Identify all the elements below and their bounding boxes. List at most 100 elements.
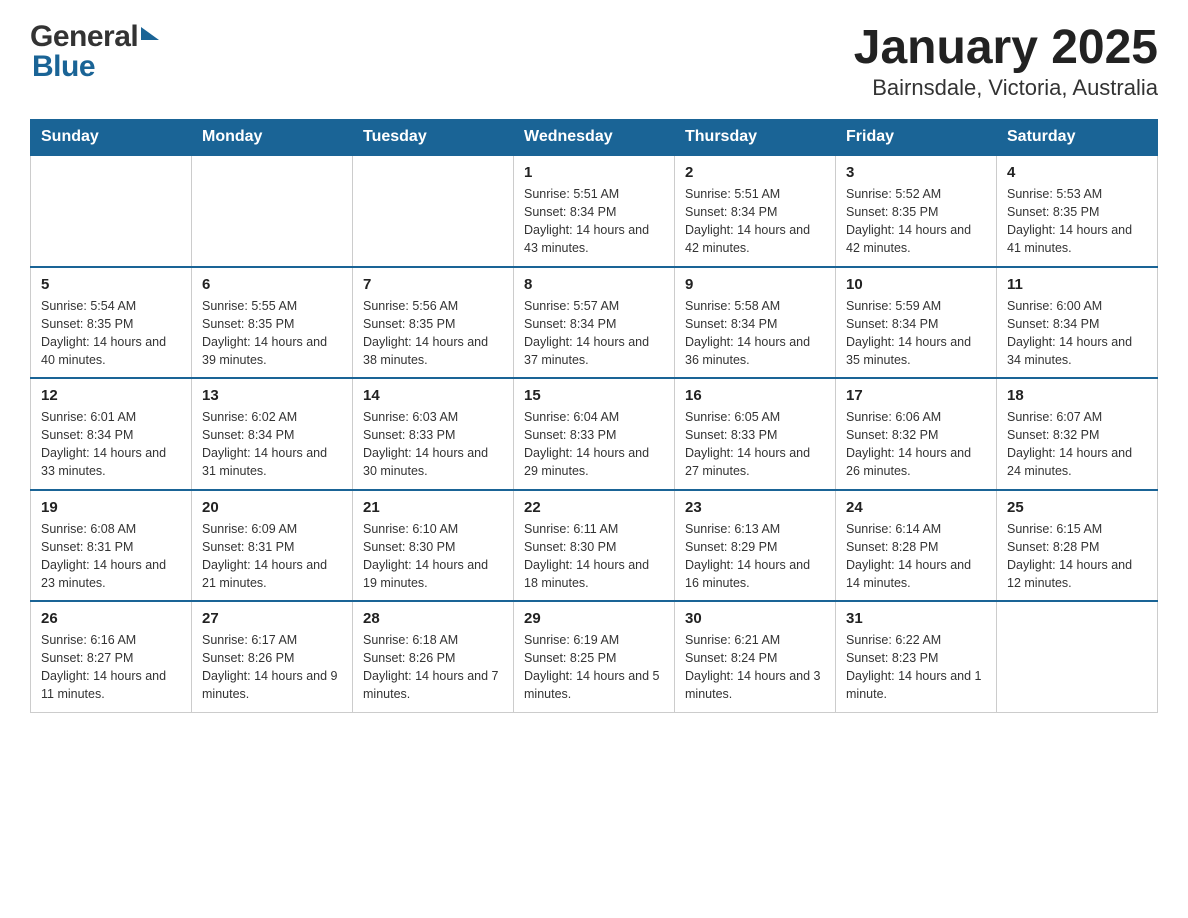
day-info: Sunrise: 6:15 AMSunset: 8:28 PMDaylight:… [1007,520,1147,593]
calendar-cell: 15 Sunrise: 6:04 AMSunset: 8:33 PMDayligh… [514,378,675,490]
calendar-cell: 17 Sunrise: 6:06 AMSunset: 8:32 PMDayligh… [836,378,997,490]
calendar-table: SundayMondayTuesdayWednesdayThursdayFrid… [30,119,1158,713]
day-info: Sunrise: 6:04 AMSunset: 8:33 PMDaylight:… [524,408,664,481]
header-tuesday: Tuesday [353,120,514,156]
calendar-subtitle: Bairnsdale, Victoria, Australia [854,75,1158,101]
day-number: 2 [685,164,825,181]
day-info: Sunrise: 6:06 AMSunset: 8:32 PMDaylight:… [846,408,986,481]
day-info: Sunrise: 5:59 AMSunset: 8:34 PMDaylight:… [846,297,986,370]
calendar-cell: 22 Sunrise: 6:11 AMSunset: 8:30 PMDayligh… [514,490,675,602]
calendar-cell: 16Sunrise: 6:05 AMSunset: 8:33 PMDayligh… [675,378,836,490]
calendar-cell: 5Sunrise: 5:54 AMSunset: 8:35 PMDaylight… [31,267,192,379]
day-info: Sunrise: 6:21 AMSunset: 8:24 PMDaylight:… [685,631,825,704]
calendar-cell: 26 Sunrise: 6:16 AMSunset: 8:27 PMDayligh… [31,601,192,712]
day-number: 20 [202,499,342,516]
day-info: Sunrise: 5:53 AMSunset: 8:35 PMDaylight:… [1007,185,1147,258]
calendar-cell: 29 Sunrise: 6:19 AMSunset: 8:25 PMDayligh… [514,601,675,712]
day-number: 12 [41,387,181,404]
calendar-cell [192,155,353,267]
day-number: 15 [524,387,664,404]
calendar-cell: 1Sunrise: 5:51 AMSunset: 8:34 PMDaylight… [514,155,675,267]
calendar-cell: 8 Sunrise: 5:57 AMSunset: 8:34 PMDaylight… [514,267,675,379]
day-number: 1 [524,164,664,181]
calendar-cell: 30 Sunrise: 6:21 AMSunset: 8:24 PMDayligh… [675,601,836,712]
calendar-cell: 4 Sunrise: 5:53 AMSunset: 8:35 PMDaylight… [997,155,1158,267]
header-sunday: Sunday [31,120,192,156]
header-thursday: Thursday [675,120,836,156]
day-number: 4 [1007,164,1147,181]
day-number: 18 [1007,387,1147,404]
week-row-2: 5Sunrise: 5:54 AMSunset: 8:35 PMDaylight… [31,267,1158,379]
logo: General Blue [30,20,159,84]
calendar-cell: 23 Sunrise: 6:13 AMSunset: 8:29 PMDayligh… [675,490,836,602]
calendar-cell: 20Sunrise: 6:09 AMSunset: 8:31 PMDayligh… [192,490,353,602]
day-number: 30 [685,610,825,627]
day-number: 17 [846,387,986,404]
header-wednesday: Wednesday [514,120,675,156]
day-number: 26 [41,610,181,627]
day-number: 25 [1007,499,1147,516]
calendar-cell: 18 Sunrise: 6:07 AMSunset: 8:32 PMDayligh… [997,378,1158,490]
day-info: Sunrise: 5:56 AMSunset: 8:35 PMDaylight:… [363,297,503,370]
calendar-cell: 12 Sunrise: 6:01 AMSunset: 8:34 PMDayligh… [31,378,192,490]
calendar-cell: 11Sunrise: 6:00 AMSunset: 8:34 PMDayligh… [997,267,1158,379]
day-info: Sunrise: 6:01 AMSunset: 8:34 PMDaylight:… [41,408,181,481]
day-info: Sunrise: 6:17 AMSunset: 8:26 PMDaylight:… [202,631,342,704]
header-friday: Friday [836,120,997,156]
calendar-cell: 13Sunrise: 6:02 AMSunset: 8:34 PMDayligh… [192,378,353,490]
day-number: 14 [363,387,503,404]
day-info: Sunrise: 6:22 AMSunset: 8:23 PMDaylight:… [846,631,986,704]
calendar-header-row: SundayMondayTuesdayWednesdayThursdayFrid… [31,120,1158,156]
calendar-cell: 2 Sunrise: 5:51 AMSunset: 8:34 PMDaylight… [675,155,836,267]
day-number: 23 [685,499,825,516]
calendar-cell: 14Sunrise: 6:03 AMSunset: 8:33 PMDayligh… [353,378,514,490]
day-number: 24 [846,499,986,516]
day-info: Sunrise: 5:52 AMSunset: 8:35 PMDaylight:… [846,185,986,258]
day-info: Sunrise: 6:14 AMSunset: 8:28 PMDaylight:… [846,520,986,593]
calendar-cell: 24 Sunrise: 6:14 AMSunset: 8:28 PMDayligh… [836,490,997,602]
day-number: 28 [363,610,503,627]
logo-blue-text: Blue [32,50,95,83]
day-info: Sunrise: 6:05 AMSunset: 8:33 PMDaylight:… [685,408,825,481]
week-row-4: 19Sunrise: 6:08 AMSunset: 8:31 PMDayligh… [31,490,1158,602]
calendar-cell: 21 Sunrise: 6:10 AMSunset: 8:30 PMDayligh… [353,490,514,602]
day-number: 8 [524,276,664,293]
day-info: Sunrise: 6:19 AMSunset: 8:25 PMDaylight:… [524,631,664,704]
header-monday: Monday [192,120,353,156]
day-number: 21 [363,499,503,516]
day-number: 9 [685,276,825,293]
calendar-cell [353,155,514,267]
calendar-cell: 9Sunrise: 5:58 AMSunset: 8:34 PMDaylight… [675,267,836,379]
calendar-title: January 2025 [854,20,1158,75]
day-number: 29 [524,610,664,627]
calendar-cell: 3 Sunrise: 5:52 AMSunset: 8:35 PMDaylight… [836,155,997,267]
calendar-cell: 19Sunrise: 6:08 AMSunset: 8:31 PMDayligh… [31,490,192,602]
day-info: Sunrise: 5:55 AMSunset: 8:35 PMDaylight:… [202,297,342,370]
week-row-1: 1 Sunrise: 5:51 AMSunset: 8:34 PMDaylight… [31,155,1158,267]
day-number: 3 [846,164,986,181]
day-info: Sunrise: 6:07 AMSunset: 8:32 PMDaylight:… [1007,408,1147,481]
day-info: Sunrise: 6:00 AMSunset: 8:34 PMDaylight:… [1007,297,1147,370]
day-info: Sunrise: 6:16 AMSunset: 8:27 PMDaylight:… [41,631,181,704]
logo-general-text: General [30,20,138,54]
day-number: 22 [524,499,664,516]
day-info: Sunrise: 6:11 AMSunset: 8:30 PMDaylight:… [524,520,664,593]
title-block: January 2025 Bairnsdale, Victoria, Austr… [854,20,1158,101]
day-number: 5 [41,276,181,293]
calendar-cell: 6Sunrise: 5:55 AMSunset: 8:35 PMDaylight… [192,267,353,379]
day-info: Sunrise: 5:51 AMSunset: 8:34 PMDaylight:… [685,185,825,258]
day-info: Sunrise: 6:02 AMSunset: 8:34 PMDaylight:… [202,408,342,481]
day-info: Sunrise: 5:57 AMSunset: 8:34 PMDaylight:… [524,297,664,370]
logo-triangle-icon [141,27,159,40]
calendar-cell [997,601,1158,712]
day-number: 27 [202,610,342,627]
calendar-cell: 25 Sunrise: 6:15 AMSunset: 8:28 PMDayligh… [997,490,1158,602]
calendar-cell: 31Sunrise: 6:22 AMSunset: 8:23 PMDayligh… [836,601,997,712]
week-row-3: 12 Sunrise: 6:01 AMSunset: 8:34 PMDayligh… [31,378,1158,490]
calendar-cell: 28Sunrise: 6:18 AMSunset: 8:26 PMDayligh… [353,601,514,712]
day-info: Sunrise: 6:10 AMSunset: 8:30 PMDaylight:… [363,520,503,593]
day-number: 7 [363,276,503,293]
calendar-cell [31,155,192,267]
day-info: Sunrise: 6:13 AMSunset: 8:29 PMDaylight:… [685,520,825,593]
calendar-cell: 10Sunrise: 5:59 AMSunset: 8:34 PMDayligh… [836,267,997,379]
